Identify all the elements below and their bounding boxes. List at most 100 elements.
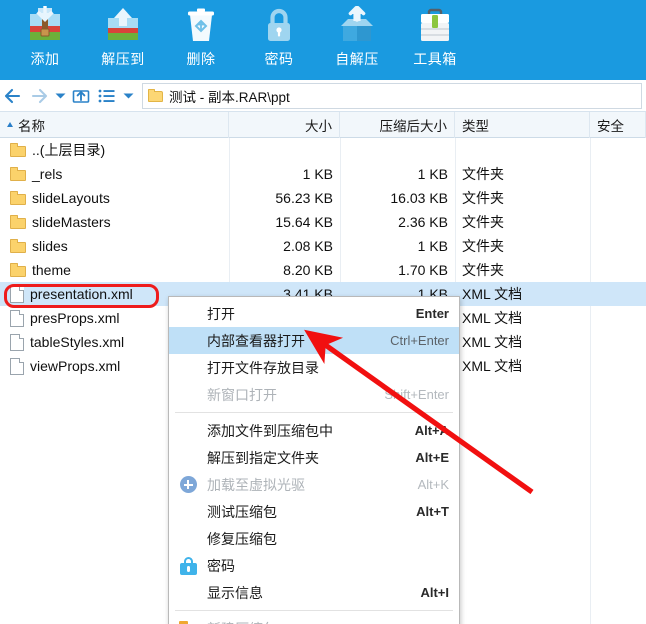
toolbar-button-3[interactable]: 删除 — [162, 0, 240, 76]
file-packed-size-cell-label: 1.70 KB — [398, 262, 448, 278]
toolbar-button-4[interactable]: 密码 — [240, 0, 318, 76]
column-header-1[interactable]: 名称 — [0, 112, 229, 138]
file-security-cell — [590, 354, 646, 378]
menu-item: 新窗口打开 Shift+Enter — [169, 381, 459, 408]
file-size-cell: 56.23 KB — [229, 186, 340, 210]
file-row[interactable]: slideMasters 15.64 KB 2.36 KB 文件夹 — [0, 210, 646, 234]
toolbar-button-5[interactable]: 自解压 — [318, 0, 396, 76]
toolbar-button-label: 删除 — [186, 51, 216, 67]
file-row[interactable]: slides 2.08 KB 1 KB 文件夹 — [0, 234, 646, 258]
column-header-5[interactable]: 安全 — [590, 112, 646, 138]
file-type-cell: 文件夹 — [455, 162, 590, 186]
menu-item-shortcut: Alt+I — [420, 585, 449, 600]
file-security-cell — [590, 138, 646, 162]
file-row[interactable]: ..(上层目录) — [0, 138, 646, 162]
menu-item-label: 修复压缩包 — [207, 530, 277, 547]
toolbar-button-label: 自解压 — [335, 51, 379, 67]
file-type-cell-label: 文件夹 — [462, 166, 504, 182]
file-size-cell: 1 KB — [229, 162, 340, 186]
file-row[interactable]: theme 8.20 KB 1.70 KB 文件夹 — [0, 258, 646, 282]
file-packed-size-cell-label: 1 KB — [417, 238, 448, 254]
menu-item-icon-slot — [169, 417, 207, 444]
address-bar[interactable]: 测试 - 副本.RAR\ppt — [142, 82, 642, 109]
menu-item-shortcut: Alt+K — [417, 477, 449, 492]
menu-item[interactable]: 打开文件存放目录 — [169, 354, 459, 381]
file-name-cell[interactable]: _rels — [0, 162, 229, 186]
toolbar-button-label: 密码 — [264, 51, 294, 67]
file-icon — [10, 357, 24, 375]
toolbox-icon — [415, 6, 455, 48]
file-security-cell — [590, 258, 646, 282]
self-extract-icon — [337, 5, 377, 48]
file-security-cell — [590, 186, 646, 210]
menu-item[interactable]: 解压到指定文件夹 Alt+E — [169, 444, 459, 471]
toolbar-button-6[interactable]: 工具箱 — [396, 0, 474, 76]
file-row[interactable]: slideLayouts 56.23 KB 16.03 KB 文件夹 — [0, 186, 646, 210]
menu-item-icon-slot — [169, 381, 207, 408]
toolbar-button-2[interactable]: 解压到 — [84, 0, 162, 76]
menu-item-icon-slot — [169, 471, 207, 498]
file-type-cell-label: XML 文档 — [462, 334, 523, 350]
delete-trash-icon — [181, 6, 221, 48]
file-name-cell[interactable]: slides — [0, 234, 229, 258]
file-name-label: presentation.xml — [30, 286, 133, 302]
folder-icon — [10, 215, 26, 229]
column-header-label: 名称 — [18, 119, 45, 134]
column-header-3[interactable]: 压缩后大小 — [340, 112, 455, 138]
menu-item-label: 内部查看器打开 — [207, 332, 305, 349]
folder-icon — [10, 263, 26, 277]
menu-item[interactable]: 测试压缩包 Alt+T — [169, 498, 459, 525]
arrow-right-icon[interactable] — [26, 83, 52, 109]
file-name-cell[interactable]: theme — [0, 258, 229, 282]
history-dropdown-icon[interactable] — [52, 83, 68, 109]
file-type-cell: XML 文档 — [455, 306, 590, 330]
file-security-cell — [590, 330, 646, 354]
file-security-cell — [590, 282, 646, 306]
menu-item-icon-slot — [169, 525, 207, 552]
file-packed-size-cell: 16.03 KB — [340, 186, 455, 210]
context-menu[interactable]: 打开 Enter 内部查看器打开 Ctrl+Enter 打开文件存放目录 新窗口打开 Shi… — [168, 296, 460, 624]
list-view-icon[interactable] — [94, 83, 120, 109]
file-size-cell-label: 56.23 KB — [275, 190, 333, 206]
column-header-label: 安全 — [597, 119, 624, 134]
menu-item-shortcut: Ctrl+Enter — [390, 333, 449, 348]
menu-item-shortcut: Alt+A — [414, 423, 449, 438]
menu-item[interactable]: 打开 Enter — [169, 300, 459, 327]
file-name-cell[interactable]: ..(上层目录) — [0, 138, 229, 162]
list-view-dropdown-icon[interactable] — [120, 83, 136, 109]
file-name-cell[interactable]: slideMasters — [0, 210, 229, 234]
file-name-label: slideLayouts — [32, 190, 110, 206]
column-header-label: 压缩后大小 — [379, 119, 448, 134]
menu-item[interactable]: 修复压缩包 — [169, 525, 459, 552]
menu-item[interactable]: 密码 — [169, 552, 459, 579]
column-header-2[interactable]: 大小 — [229, 112, 340, 138]
file-type-cell-label: XML 文档 — [462, 286, 523, 302]
file-row[interactable]: _rels 1 KB 1 KB 文件夹 — [0, 162, 646, 186]
file-packed-size-cell-label: 2.36 KB — [398, 214, 448, 230]
file-name-label: tableStyles.xml — [30, 334, 125, 350]
file-security-cell — [590, 234, 646, 258]
menu-item[interactable]: 内部查看器打开 Ctrl+Enter — [169, 327, 459, 354]
toolbar-button-1[interactable]: 添加 — [6, 0, 84, 76]
file-type-cell-label: 文件夹 — [462, 190, 504, 206]
file-packed-size-cell — [340, 138, 455, 162]
file-name-label: slides — [32, 238, 68, 254]
file-packed-size-cell: 1 KB — [340, 162, 455, 186]
file-type-cell-label: XML 文档 — [462, 310, 523, 326]
file-type-cell: XML 文档 — [455, 282, 590, 306]
column-header-label: 大小 — [305, 119, 332, 134]
up-folder-icon[interactable] — [68, 83, 94, 109]
menu-item[interactable]: 添加文件到压缩包中 Alt+A — [169, 417, 459, 444]
column-header-4[interactable]: 类型 — [455, 112, 590, 138]
menu-item-shortcut: Alt+E — [415, 450, 449, 465]
menu-item-icon-slot — [169, 354, 207, 381]
menu-item-label: 显示信息 — [207, 584, 263, 601]
file-packed-size-cell: 1.70 KB — [340, 258, 455, 282]
toolbar-button-label: 添加 — [30, 51, 60, 67]
column-header-label: 类型 — [462, 119, 489, 134]
file-type-cell-label: XML 文档 — [462, 358, 523, 374]
arrow-left-icon[interactable] — [0, 83, 26, 109]
file-name-cell[interactable]: slideLayouts — [0, 186, 229, 210]
extract-to-icon — [103, 6, 143, 48]
menu-item[interactable]: 显示信息 Alt+I — [169, 579, 459, 606]
